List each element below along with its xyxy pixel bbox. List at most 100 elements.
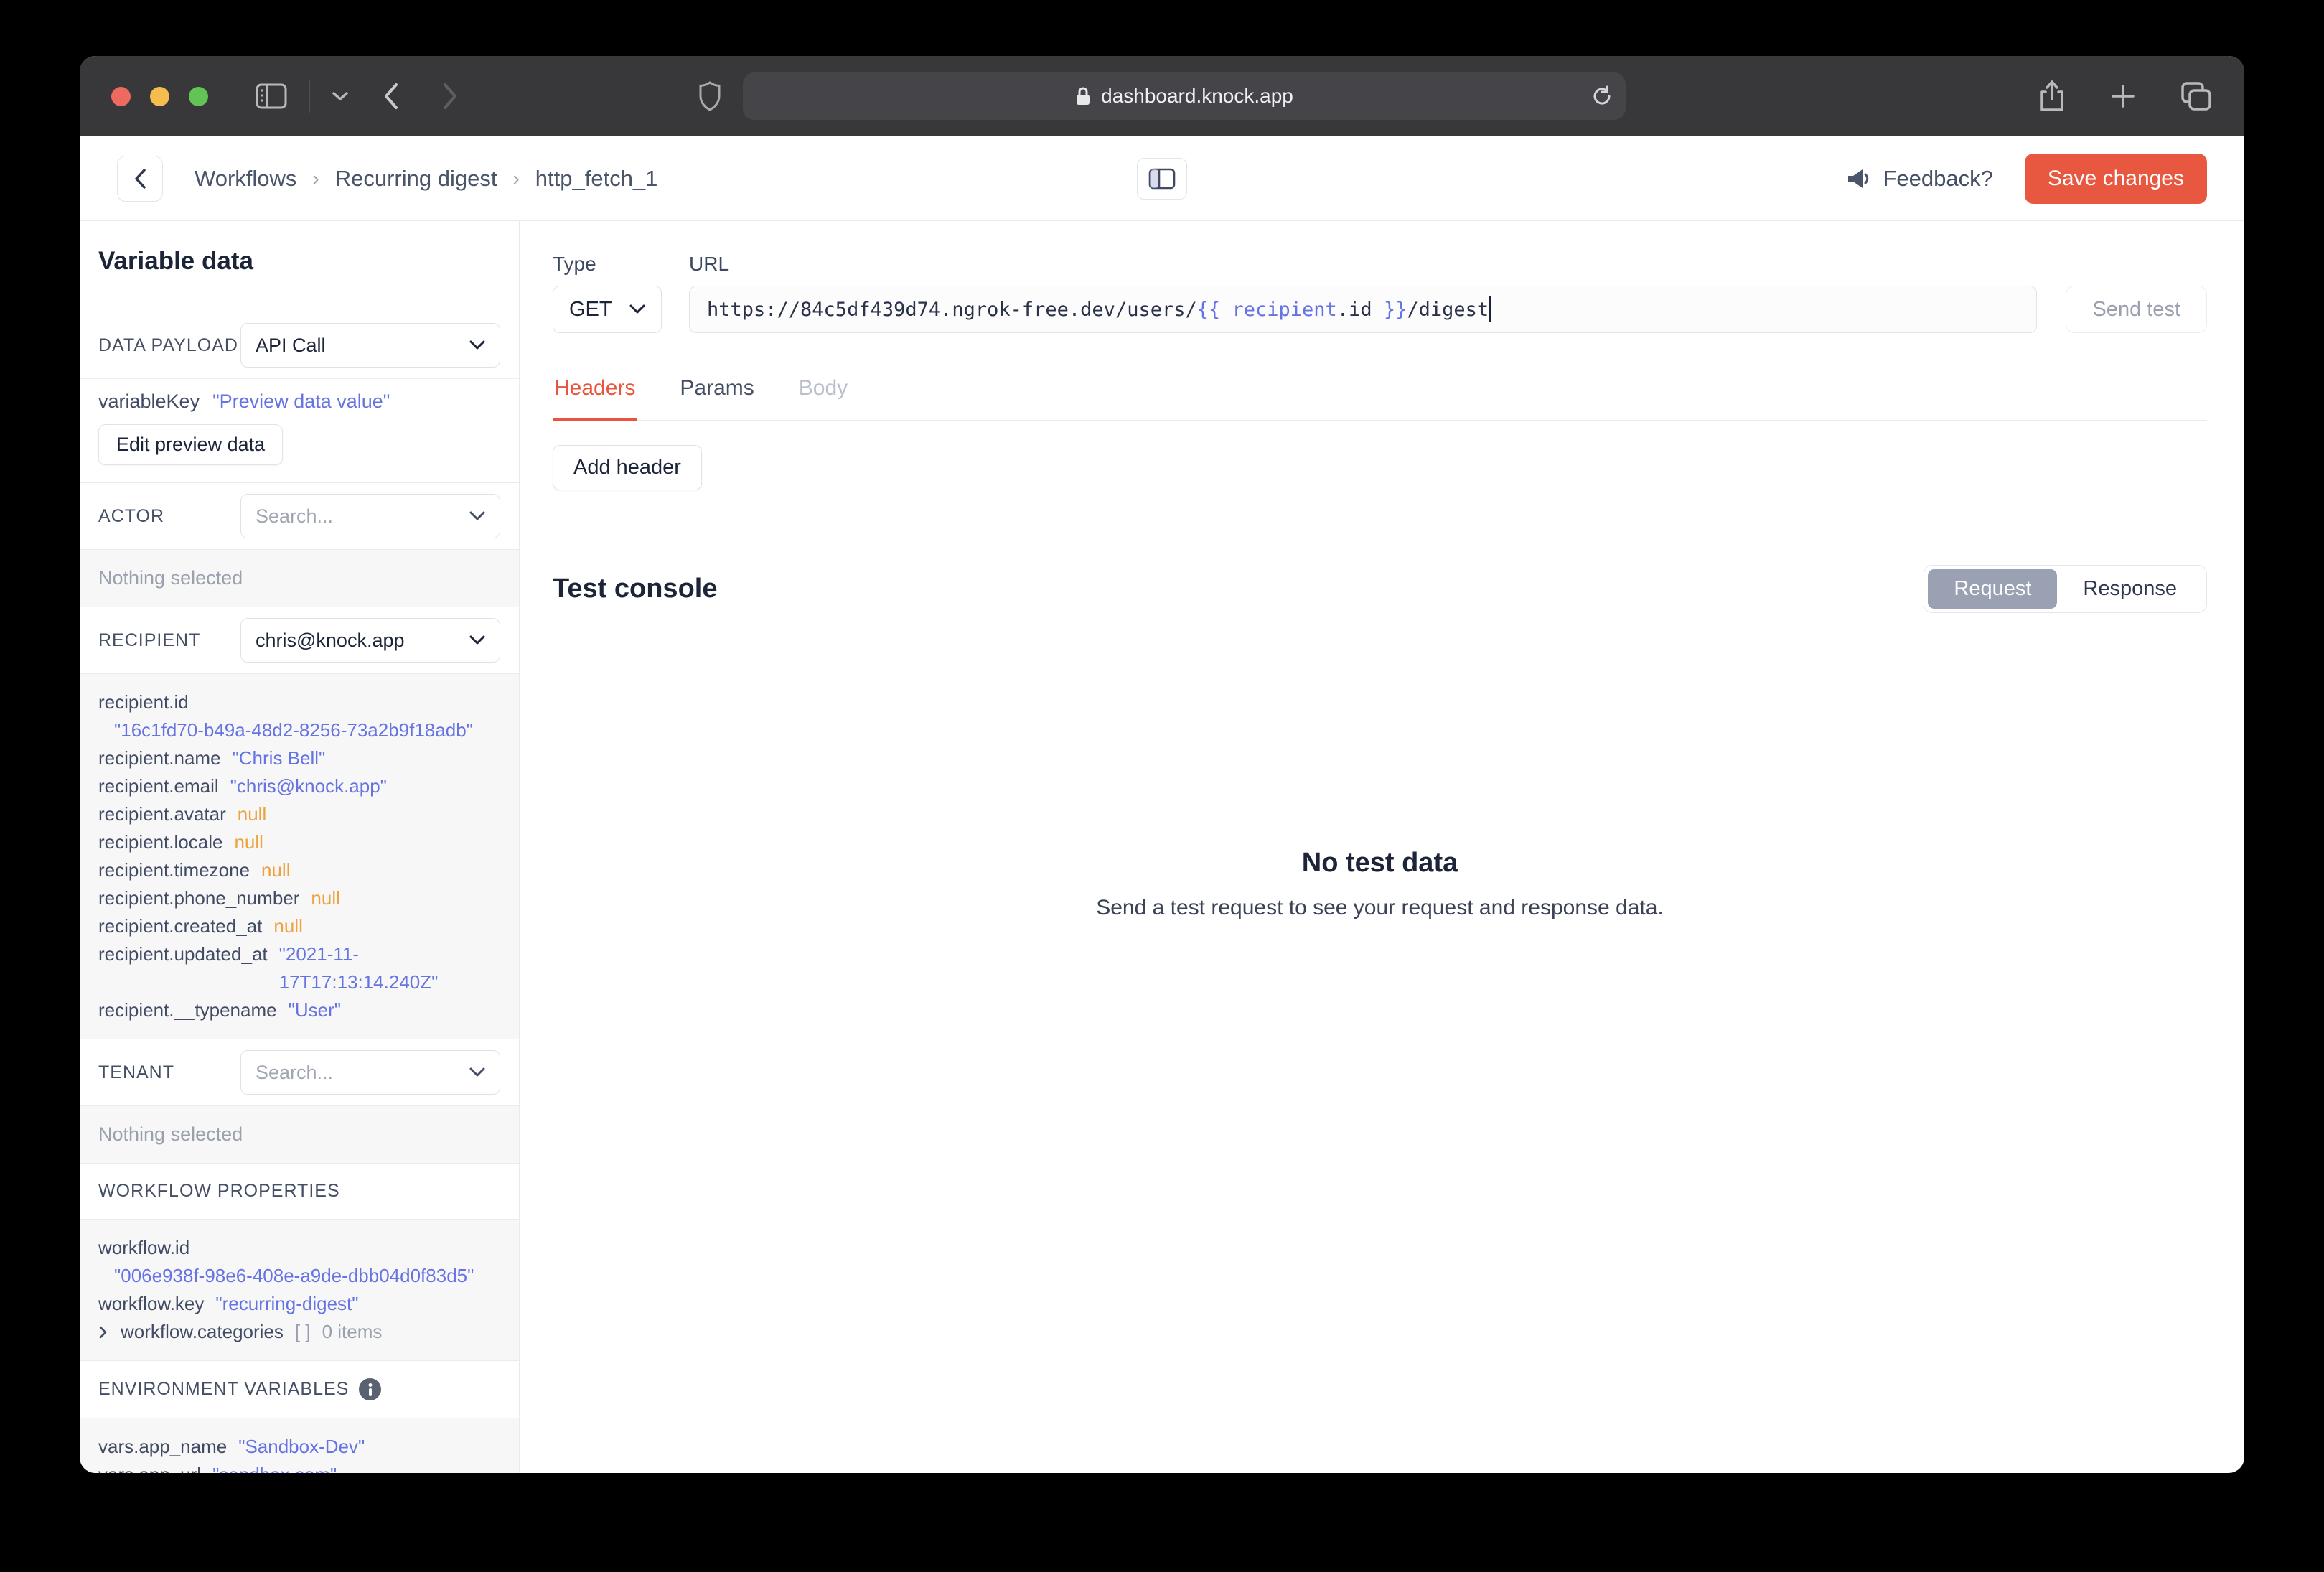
recipient-label: RECIPIENT xyxy=(98,630,201,650)
new-tab-icon[interactable] xyxy=(2111,84,2135,108)
browser-sidebar-toggle-icon[interactable] xyxy=(256,83,287,109)
breadcrumb-item[interactable]: Workflows xyxy=(195,166,296,192)
tab-params[interactable]: Params xyxy=(678,376,755,421)
field-value: "sandbox.com" xyxy=(212,1461,337,1473)
field-row: workflow.key "recurring-digest" xyxy=(98,1290,500,1318)
field-suffix: 0 items xyxy=(322,1321,383,1342)
field-row: recipient.id xyxy=(98,688,500,716)
field-value: "006e938f-98e6-408e-a9de-dbb04d0f83d5" xyxy=(114,1265,474,1286)
zoom-window-button[interactable] xyxy=(189,86,208,106)
titlebar-divider xyxy=(309,80,310,113)
tab-overview-icon[interactable] xyxy=(2181,82,2213,111)
field-key: recipient.name xyxy=(98,747,221,769)
field-row: recipient.avatar null xyxy=(98,800,500,828)
field-row: recipient.__typename "User" xyxy=(98,996,500,1024)
reload-icon[interactable] xyxy=(1591,85,1613,107)
field-row: recipient.name "Chris Bell" xyxy=(98,744,500,772)
method-select[interactable]: GET xyxy=(553,286,662,333)
info-icon[interactable] xyxy=(359,1378,382,1400)
field-key: recipient.phone_number xyxy=(98,887,300,909)
field-key: workflow.key xyxy=(98,1293,205,1314)
app-header: Workflows › Recurring digest › http_fetch_1 … xyxy=(80,136,2244,221)
workflow-properties-header: WORKFLOW PROPERTIES xyxy=(98,1181,340,1201)
field-row: recipient.email "chris@knock.app" xyxy=(98,772,500,800)
browser-window: dashboard.knock.app Workflows › Recurring … xyxy=(80,56,2244,1473)
data-payload-label: DATA PAYLOAD xyxy=(98,334,238,355)
chevron-down-icon[interactable] xyxy=(332,91,349,101)
recipient-select[interactable]: chris@knock.app xyxy=(240,618,500,663)
sidebar-title: Variable data xyxy=(98,247,253,275)
preview-key: variableKey xyxy=(98,390,200,412)
browser-back-icon[interactable] xyxy=(383,83,399,110)
save-changes-button[interactable]: Save changes xyxy=(2024,153,2207,204)
tab-headers[interactable]: Headers xyxy=(553,376,637,421)
url-input[interactable]: https://84c5df439d74.ngrok-free.dev/user… xyxy=(689,286,2038,333)
text-cursor xyxy=(1489,296,1492,322)
toggle-response[interactable]: Response xyxy=(2057,569,2203,609)
field-key: workflow.id xyxy=(98,1237,190,1258)
feedback-label: Feedback? xyxy=(1883,165,1993,191)
url-part: {{ xyxy=(1196,298,1232,321)
tenant-empty-state: Nothing selected xyxy=(80,1105,519,1164)
field-value: "chris@knock.app" xyxy=(230,775,387,797)
field-value: null xyxy=(234,831,263,853)
url-part: }} xyxy=(1372,298,1407,321)
field-key: recipient.id xyxy=(98,691,189,713)
data-payload-select[interactable]: API Call xyxy=(240,323,500,368)
field-key: recipient.locale xyxy=(98,831,223,853)
back-button[interactable] xyxy=(117,155,163,202)
field-key: recipient.updated_at xyxy=(98,943,268,965)
field-row[interactable]: workflow.categories [ ] 0 items xyxy=(98,1318,500,1346)
field-key: recipient.timezone xyxy=(98,859,250,881)
feedback-button[interactable]: Feedback? xyxy=(1847,165,1993,192)
add-header-button[interactable]: Add header xyxy=(553,445,702,490)
workflow-fields: workflow.id "006e938f-98e6-408e-a9de-dbb0… xyxy=(80,1219,519,1361)
chevron-left-icon xyxy=(135,168,146,189)
tab-body[interactable]: Body xyxy=(797,376,849,421)
field-value: "recurring-digest" xyxy=(215,1293,359,1314)
breadcrumb-item[interactable]: Recurring digest xyxy=(335,166,497,192)
field-row: vars.app_url "sandbox.com" xyxy=(98,1461,500,1473)
breadcrumb: Workflows › Recurring digest › http_fetch_1 xyxy=(195,166,657,192)
toggle-request[interactable]: Request xyxy=(1928,569,2058,609)
tenant-row: TENANT Search... xyxy=(80,1039,519,1105)
url-part: https://84c5df439d74.ngrok-free.dev/user… xyxy=(707,298,1197,321)
chevron-right-icon[interactable] xyxy=(98,1325,108,1339)
chevron-down-icon xyxy=(469,635,485,645)
panel-toggle-button[interactable] xyxy=(1137,157,1187,200)
address-bar[interactable]: dashboard.knock.app xyxy=(743,72,1626,120)
environment-variables-header: ENVIRONMENT VARIABLES xyxy=(80,1361,519,1418)
field-key: recipient.__typename xyxy=(98,999,277,1021)
actor-select[interactable]: Search... xyxy=(240,494,500,538)
breadcrumb-separator: › xyxy=(312,167,319,190)
actor-label: ACTOR xyxy=(98,505,165,526)
preview-value: "Preview data value" xyxy=(212,390,390,412)
recipient-fields: recipient.id "16c1fd70-b49a-48d2-8256-73a… xyxy=(80,673,519,1039)
variable-data-sidebar: Variable data DATA PAYLOAD API Call vari… xyxy=(80,221,520,1473)
close-window-button[interactable] xyxy=(111,86,131,106)
field-key: recipient.avatar xyxy=(98,803,226,825)
empty-state-message: Send a test request to see your request … xyxy=(1096,896,1664,920)
edit-preview-data-button[interactable]: Edit preview data xyxy=(98,424,284,465)
field-key: vars.app_name xyxy=(98,1436,228,1457)
recipient-row: RECIPIENT chris@knock.app xyxy=(80,607,519,673)
browser-forward-icon xyxy=(442,83,458,110)
share-icon[interactable] xyxy=(2039,80,2065,112)
privacy-shield-icon[interactable] xyxy=(698,81,721,111)
browser-titlebar: dashboard.knock.app xyxy=(80,56,2244,136)
console-empty-state: No test data Send a test request to see … xyxy=(553,848,2207,920)
chevron-down-icon xyxy=(469,340,485,350)
request-response-toggle: Request Response xyxy=(1924,565,2207,613)
field-key: workflow.categories xyxy=(121,1321,284,1342)
chevron-down-icon xyxy=(469,1067,485,1077)
field-value: null xyxy=(311,887,340,909)
preview-data-section: variableKey "Preview data value" Edit pr… xyxy=(80,378,519,482)
field-value: "Chris Bell" xyxy=(232,747,326,769)
lock-icon xyxy=(1077,87,1090,105)
field-row: recipient.phone_number null xyxy=(98,884,500,912)
send-test-button[interactable]: Send test xyxy=(2066,286,2207,333)
breadcrumb-item: http_fetch_1 xyxy=(535,165,658,191)
tenant-select[interactable]: Search... xyxy=(240,1050,500,1095)
field-row: vars.app_name "Sandbox-Dev" xyxy=(98,1433,500,1461)
minimize-window-button[interactable] xyxy=(150,86,169,106)
